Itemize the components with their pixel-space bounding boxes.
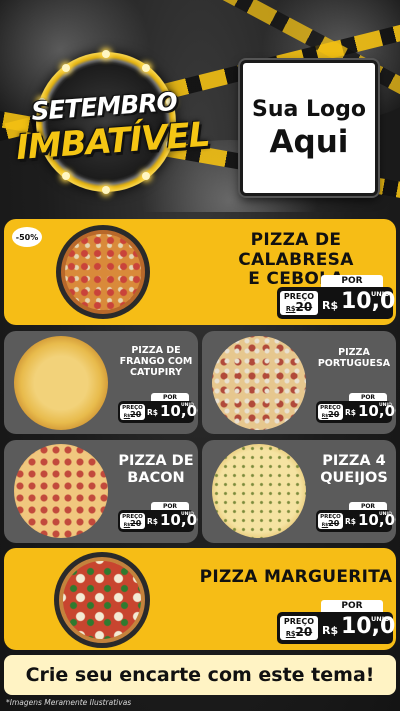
light-bulb-icon <box>102 50 110 58</box>
product-card-frango[interactable]: PIZZA DE FRANGO COM CATUPIRY POR PREÇO R… <box>4 331 198 434</box>
featured-product-card[interactable]: -50% PIZZA DE CALABRESA E CEBOLA POR PRE… <box>4 219 396 325</box>
light-bulb-icon <box>102 186 110 194</box>
pizza-calabresa-image <box>56 225 150 319</box>
price-currency: R$ <box>345 408 356 417</box>
price-unit: UNID <box>371 615 390 623</box>
light-bulb-icon <box>62 64 70 72</box>
product-card-4-queijos[interactable]: PIZZA 4 QUEIJOS POR PREÇO R$20 R$ 10,00 … <box>202 440 396 543</box>
pizza-bacon-image <box>14 444 108 538</box>
price-currency: R$ <box>322 299 339 312</box>
price-tag: POR PREÇO R$20 R$ 10,00 UNID <box>277 275 396 319</box>
old-price-value: 20 <box>295 625 313 639</box>
price-currency: R$ <box>147 517 158 526</box>
old-price-value: 20 <box>328 410 340 419</box>
price-tag: POR PREÇO R$20 R$ 10,00 UNID <box>118 393 198 423</box>
logo-placeholder[interactable]: Sua Logo Aqui <box>240 60 378 196</box>
header-banner: SETEMBRO IMBATÍVEL Sua Logo Aqui <box>0 0 400 212</box>
price-unit: UNID <box>371 290 390 298</box>
product-name: PIZZA DE FRANGO COM CATUPIRY <box>119 345 193 378</box>
old-price-value: 20 <box>295 300 313 314</box>
old-price: R$20 <box>120 411 145 421</box>
flyer-page: SETEMBRO IMBATÍVEL Sua Logo Aqui -50% PI… <box>0 0 400 711</box>
product-name: PIZZA DE BACON <box>116 453 196 486</box>
price-currency: R$ <box>322 624 339 637</box>
price-main: PREÇO R$20 R$ 10,00 UNID <box>316 510 396 532</box>
pizza-frango-image <box>14 336 108 430</box>
light-bulb-icon <box>142 172 150 180</box>
old-price-box: PREÇO R$20 <box>318 404 343 420</box>
price-tag: POR PREÇO R$20 R$ 10,00 UNID <box>316 502 396 532</box>
old-price-value: 20 <box>328 519 340 528</box>
price-unit: UNID <box>181 512 194 517</box>
pizza-marguerita-image <box>54 552 150 648</box>
old-price-box: PREÇO R$20 <box>120 404 145 420</box>
price-currency: R$ <box>345 517 356 526</box>
product-name-line1: PIZZA DE CALABRESA <box>238 230 354 270</box>
logo-text-line2: Aqui <box>269 123 349 160</box>
light-bulb-icon <box>142 64 150 72</box>
old-price: R$20 <box>280 301 318 315</box>
old-price-value: 20 <box>130 519 142 528</box>
product-name: PIZZA 4 QUEIJOS <box>314 453 394 486</box>
logo-text-line1: Sua Logo <box>251 96 366 122</box>
product-name-line1: PIZZA 4 <box>322 453 386 469</box>
price-tag: POR PREÇO R$20 R$ 10,00 UNID <box>118 502 198 532</box>
pizza-portuguesa-image <box>212 336 306 430</box>
product-name: PIZZA MARGUERITA <box>199 567 393 587</box>
price-tag: POR PREÇO R$20 R$ 10,00 UNID <box>316 393 396 423</box>
old-price-box: PREÇO R$20 <box>318 513 343 529</box>
price-currency: R$ <box>147 408 158 417</box>
product-card-portuguesa[interactable]: PIZZA PORTUGUESA POR PREÇO R$20 R$ 10,00… <box>202 331 396 434</box>
price-main: PREÇO R$20 R$ 10,00 UNID <box>118 401 198 423</box>
product-name-line2: BACON <box>127 469 185 486</box>
price-main: PREÇO R$20 R$ 10,00 UNID <box>277 287 396 319</box>
old-price: R$20 <box>280 626 318 640</box>
light-bulb-icon <box>62 172 70 180</box>
product-name: PIZZA PORTUGUESA <box>317 347 391 369</box>
footnote: *Imagens Meramente Ilustrativas <box>6 698 132 707</box>
old-price-box: PREÇO R$20 <box>280 291 318 315</box>
old-price: R$20 <box>318 411 343 421</box>
pizza-4-queijos-image <box>212 444 306 538</box>
price-unit: UNID <box>181 403 194 408</box>
old-price-box: PREÇO R$20 <box>120 513 145 529</box>
discount-badge: -50% <box>12 227 42 247</box>
old-price: R$20 <box>120 520 145 530</box>
cta-banner[interactable]: Crie seu encarte com este tema! <box>4 655 396 695</box>
price-tag: POR PREÇO R$20 R$ 10,00 UNID <box>277 600 396 644</box>
price-main: PREÇO R$20 R$ 10,00 UNID <box>316 401 396 423</box>
old-price-box: PREÇO R$20 <box>280 616 318 640</box>
price-unit: UNID <box>379 512 392 517</box>
featured-product-card-marguerita[interactable]: PIZZA MARGUERITA POR PREÇO R$20 R$ 10,00… <box>4 548 396 650</box>
old-price: R$20 <box>318 520 343 530</box>
price-main: PREÇO R$20 R$ 10,00 UNID <box>118 510 198 532</box>
product-card-bacon[interactable]: PIZZA DE BACON POR PREÇO R$20 R$ 10,00 U… <box>4 440 198 543</box>
old-price-value: 20 <box>130 410 142 419</box>
price-main: PREÇO R$20 R$ 10,00 UNID <box>277 612 396 644</box>
price-unit: UNID <box>379 403 392 408</box>
product-name-line2: QUEIJOS <box>320 469 388 486</box>
promo-badge: SETEMBRO IMBATÍVEL <box>15 48 211 198</box>
product-name-line1: PIZZA DE <box>118 453 194 469</box>
